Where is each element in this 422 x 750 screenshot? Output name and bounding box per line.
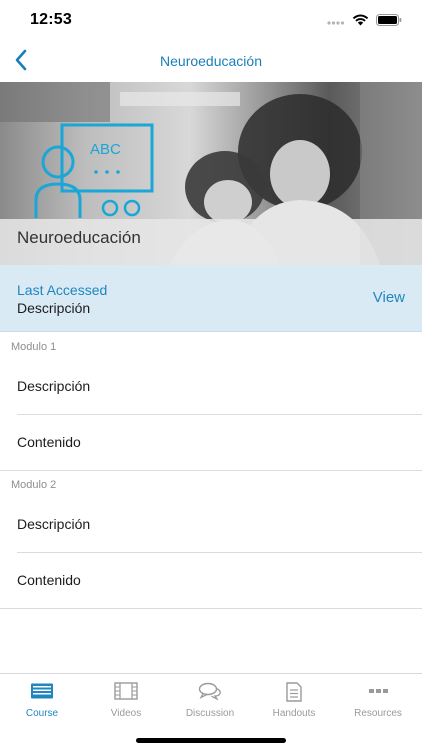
module-header-label: Modulo 2: [11, 479, 57, 491]
chat-bubbles-icon: [168, 682, 252, 702]
course-title: Neuroeducación: [17, 228, 141, 247]
view-button[interactable]: View: [373, 289, 405, 306]
last-accessed-label: Last Accessed: [17, 282, 108, 298]
film-icon: [84, 682, 168, 702]
wifi-icon: [352, 13, 369, 31]
teacher-board-icon: ABC: [34, 123, 154, 218]
signal-icon: [327, 13, 345, 31]
row-label: Contenido: [17, 572, 81, 588]
navigation-bar: Neuroeducación: [0, 42, 422, 82]
home-indicator[interactable]: [136, 738, 286, 743]
document-icon: [252, 682, 336, 702]
last-accessed-item: Descripción: [17, 300, 91, 316]
board-text: ABC: [90, 141, 121, 158]
module-row-descripcion[interactable]: Descripción: [0, 359, 422, 415]
tab-videos[interactable]: Videos: [84, 682, 168, 726]
divider: [0, 608, 422, 609]
page-title: Neuroeducación: [160, 53, 262, 69]
status-bar: 12:53: [0, 0, 422, 42]
module-header: Modulo 2: [0, 471, 422, 495]
row-label: Descripción: [17, 516, 91, 532]
tab-label: Course: [25, 708, 59, 719]
status-time: 12:53: [30, 11, 72, 28]
module-header: Modulo 1: [0, 333, 422, 357]
module-row-contenido[interactable]: Contenido: [0, 553, 422, 609]
status-icons: [327, 13, 402, 31]
more-dots-icon: [336, 682, 420, 702]
row-label: Descripción: [17, 378, 91, 394]
battery-icon: [376, 13, 402, 31]
tab-label: Discussion: [185, 708, 235, 719]
tab-resources[interactable]: Resources: [336, 682, 420, 726]
module-row-descripcion[interactable]: Descripción: [0, 497, 422, 553]
module-header-label: Modulo 1: [11, 341, 57, 353]
tab-handouts[interactable]: Handouts: [252, 682, 336, 726]
last-accessed-banner[interactable]: Last Accessed Descripción View: [0, 265, 422, 332]
tab-discussion[interactable]: Discussion: [168, 682, 252, 726]
course-hero-image: ABC Neuroeducación: [0, 82, 422, 265]
tab-label: Resources: [354, 708, 402, 719]
tab-label: Videos: [110, 708, 142, 719]
module-row-contenido[interactable]: Contenido: [0, 415, 422, 471]
tab-course[interactable]: Course: [0, 682, 84, 726]
tab-label: Handouts: [272, 708, 316, 719]
course-icon: [0, 682, 84, 702]
row-label: Contenido: [17, 434, 81, 450]
